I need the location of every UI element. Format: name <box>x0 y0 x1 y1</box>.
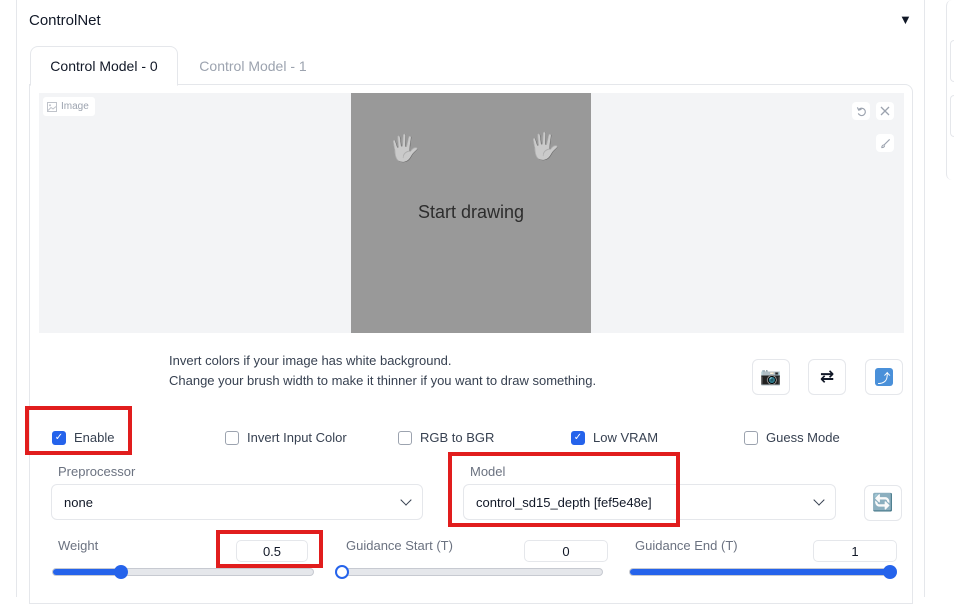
checkbox-box[interactable] <box>398 430 412 445</box>
weight-label: Weight <box>58 538 99 553</box>
guidance-end-slider[interactable] <box>629 565 897 579</box>
hint-text: Invert colors if your image has white ba… <box>169 351 596 391</box>
slider-thumb[interactable] <box>883 565 897 579</box>
refresh-models-button[interactable]: 🔄 <box>864 485 902 521</box>
hint-line-2: Change your brush width to make it thinn… <box>169 373 597 388</box>
highlight-weight <box>216 530 323 568</box>
guidance-start-label: Guidance Start (T) <box>346 538 453 553</box>
hand-icon: 🖐 <box>528 131 561 161</box>
checkbox-box[interactable] <box>744 430 758 445</box>
guidance-end-label: Guidance End (T) <box>635 538 738 553</box>
tab-control-model-0[interactable]: Control Model - 0 <box>30 46 178 86</box>
canvas-placeholder: Start drawing <box>417 202 525 222</box>
invert-input-color-checkbox[interactable]: Invert Input Color <box>225 430 347 445</box>
chevron-down-icon <box>400 494 412 506</box>
preprocessor-value: none <box>64 494 93 510</box>
panel-border <box>16 0 17 597</box>
guidance-start-slider[interactable] <box>335 565 603 579</box>
slider-fill <box>630 569 890 575</box>
checkbox-box[interactable]: ✓ <box>571 430 585 445</box>
hand-icon: 🖐 <box>388 133 421 163</box>
guidance-end-input[interactable]: 1 <box>813 540 897 562</box>
refresh-icon: 🔄 <box>872 493 894 512</box>
upload-icon: ⤴ <box>875 368 893 386</box>
image-label-text: Image <box>61 101 89 112</box>
chevron-down-icon <box>813 494 825 506</box>
accordion-title[interactable]: ControlNet <box>29 12 101 29</box>
upload-button[interactable]: ⤴ <box>865 359 903 395</box>
panel-border <box>924 0 925 597</box>
checkbox-box[interactable] <box>225 430 239 445</box>
swap-icon: ⇄ <box>819 367 835 386</box>
side-panel-edge <box>950 95 954 137</box>
swap-button[interactable]: ⇄ <box>808 359 846 395</box>
slider-thumb[interactable] <box>335 565 349 579</box>
close-icon[interactable] <box>876 102 894 120</box>
tab-control-model-1[interactable]: Control Model - 1 <box>188 46 318 86</box>
preprocessor-label: Preprocessor <box>58 464 136 479</box>
side-panel-edge <box>950 40 954 82</box>
collapse-icon[interactable]: ▼ <box>899 12 912 27</box>
rgb-to-bgr-checkbox[interactable]: RGB to BGR <box>398 430 494 445</box>
weight-slider[interactable] <box>52 565 314 579</box>
hint-line-1: Invert colors if your image has white ba… <box>169 353 452 368</box>
undo-icon[interactable] <box>852 102 870 120</box>
guess-label: Guess Mode <box>766 430 840 445</box>
low-vram-checkbox[interactable]: ✓ Low VRAM <box>571 430 658 445</box>
rgb-label: RGB to BGR <box>420 430 495 445</box>
camera-button[interactable]: 📷 <box>752 359 790 395</box>
slider-fill <box>53 569 121 575</box>
guidance-start-input[interactable]: 0 <box>524 540 608 562</box>
brush-icon[interactable] <box>876 134 894 152</box>
side-panel-edge <box>946 0 954 180</box>
highlight-enable <box>25 406 132 455</box>
invert-label: Invert Input Color <box>247 430 347 445</box>
low-vram-label: Low VRAM <box>593 430 659 445</box>
preprocessor-dropdown[interactable]: none <box>51 484 423 520</box>
guess-mode-checkbox[interactable]: Guess Mode <box>744 430 840 445</box>
highlight-model <box>448 452 680 527</box>
image-icon <box>47 101 57 112</box>
camera-icon: 📷 <box>760 367 782 386</box>
image-label: Image <box>42 96 96 117</box>
slider-thumb[interactable] <box>113 565 128 579</box>
